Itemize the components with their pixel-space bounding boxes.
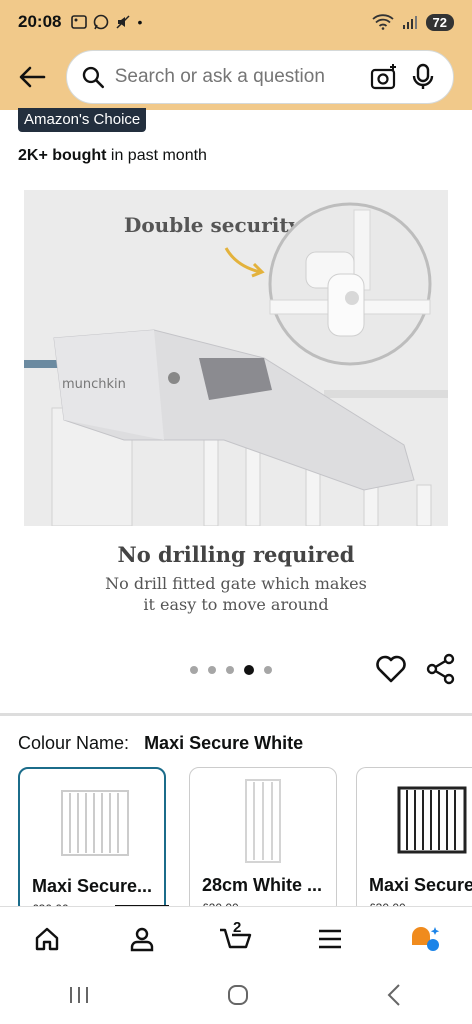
whatsapp-icon	[94, 14, 109, 30]
white-gate-thumbnail	[61, 790, 129, 856]
extension-thumbnail	[245, 779, 281, 863]
black-gate-thumbnail	[397, 786, 467, 854]
menu-icon	[319, 929, 342, 948]
colour-option-label: Maxi Secure...	[32, 876, 153, 896]
caption-line-1: No drill fitted gate which makes	[105, 574, 367, 593]
caption-title: No drilling required	[117, 542, 355, 567]
carousel-dot[interactable]	[190, 666, 198, 674]
camera-search-button[interactable]	[368, 61, 400, 93]
heart-icon	[376, 655, 406, 683]
recent-apps-icon	[70, 986, 89, 1003]
search-box[interactable]	[66, 50, 454, 104]
wishlist-button[interactable]	[374, 652, 408, 686]
microphone-icon	[412, 63, 434, 89]
nav-home[interactable]	[22, 914, 72, 964]
image-callout: Double security	[124, 213, 302, 237]
wifi-icon	[371, 14, 394, 30]
battery-indicator: 72	[425, 13, 454, 31]
image-brand: munchkin	[62, 377, 126, 392]
gallery-icon	[71, 15, 88, 29]
arrow-left-icon	[19, 66, 46, 88]
colour-option-maxi-secure-black[interactable]: Maxi Secure £30.00	[356, 767, 472, 915]
colour-option-28cm-white[interactable]: 28cm White ... £20.00	[189, 767, 337, 915]
account-icon	[130, 927, 153, 951]
bought-count: 2K+ bought	[18, 147, 107, 164]
carousel-dot[interactable]	[264, 666, 272, 674]
bought-in-past-month: 2K+ bought in past month	[18, 147, 207, 165]
nav-account[interactable]	[117, 914, 167, 964]
colour-selected: Maxi Secure White	[144, 733, 304, 753]
voice-search-button[interactable]	[407, 61, 439, 93]
colour-option-maxi-secure-white[interactable]: Maxi Secure... £30.00	[18, 767, 166, 915]
section-divider	[0, 713, 472, 716]
product-image[interactable]: munchkin Double security	[24, 190, 448, 526]
home-icon	[35, 927, 59, 950]
nav-cart[interactable]: 2	[211, 914, 261, 964]
image-caption: No drilling required No drill fitted gat…	[0, 542, 472, 615]
dot-icon: •	[137, 14, 143, 30]
home-circle-icon	[227, 984, 248, 1005]
status-bar: 20:08 • 72	[0, 0, 472, 44]
carousel-dot[interactable]	[208, 666, 216, 674]
camera-sparkle-icon	[370, 64, 396, 90]
search-input[interactable]	[114, 66, 360, 88]
colour-option-label: Maxi Secure	[369, 875, 472, 895]
colour-name-row: Colour Name: Maxi Secure White	[18, 733, 303, 754]
home-button[interactable]	[226, 983, 250, 1012]
status-time: 20:08	[18, 12, 62, 31]
nav-menu[interactable]	[305, 914, 355, 964]
muted-icon	[116, 15, 131, 29]
nav-rufus[interactable]	[400, 914, 450, 964]
caption-line-2: it easy to move around	[143, 595, 329, 614]
search-header	[0, 44, 472, 110]
baby-gate-image: munchkin Double security	[24, 190, 448, 526]
carousel-dot-active[interactable]	[244, 665, 254, 675]
rufus-icon	[411, 926, 439, 951]
bought-suffix: in past month	[110, 147, 207, 164]
search-icon	[82, 66, 105, 89]
colour-option-label: 28cm White ...	[202, 875, 323, 895]
signal-icon	[402, 16, 417, 29]
carousel-dot[interactable]	[226, 666, 234, 674]
bottom-nav: 2	[0, 906, 472, 970]
notification-icons: •	[71, 14, 142, 30]
back-button[interactable]	[12, 57, 52, 97]
back-nav-button[interactable]	[385, 983, 405, 1012]
colour-label: Colour Name:	[18, 733, 130, 753]
recent-apps-button[interactable]	[67, 985, 91, 1010]
amazons-choice-badge: Amazon's Choice	[18, 108, 147, 132]
carousel-dots[interactable]	[190, 665, 272, 675]
chevron-left-icon	[387, 983, 400, 1006]
cart-count: 2	[232, 918, 242, 936]
share-icon	[426, 653, 455, 685]
share-button[interactable]	[424, 652, 458, 686]
system-navigation-bar	[0, 970, 472, 1024]
